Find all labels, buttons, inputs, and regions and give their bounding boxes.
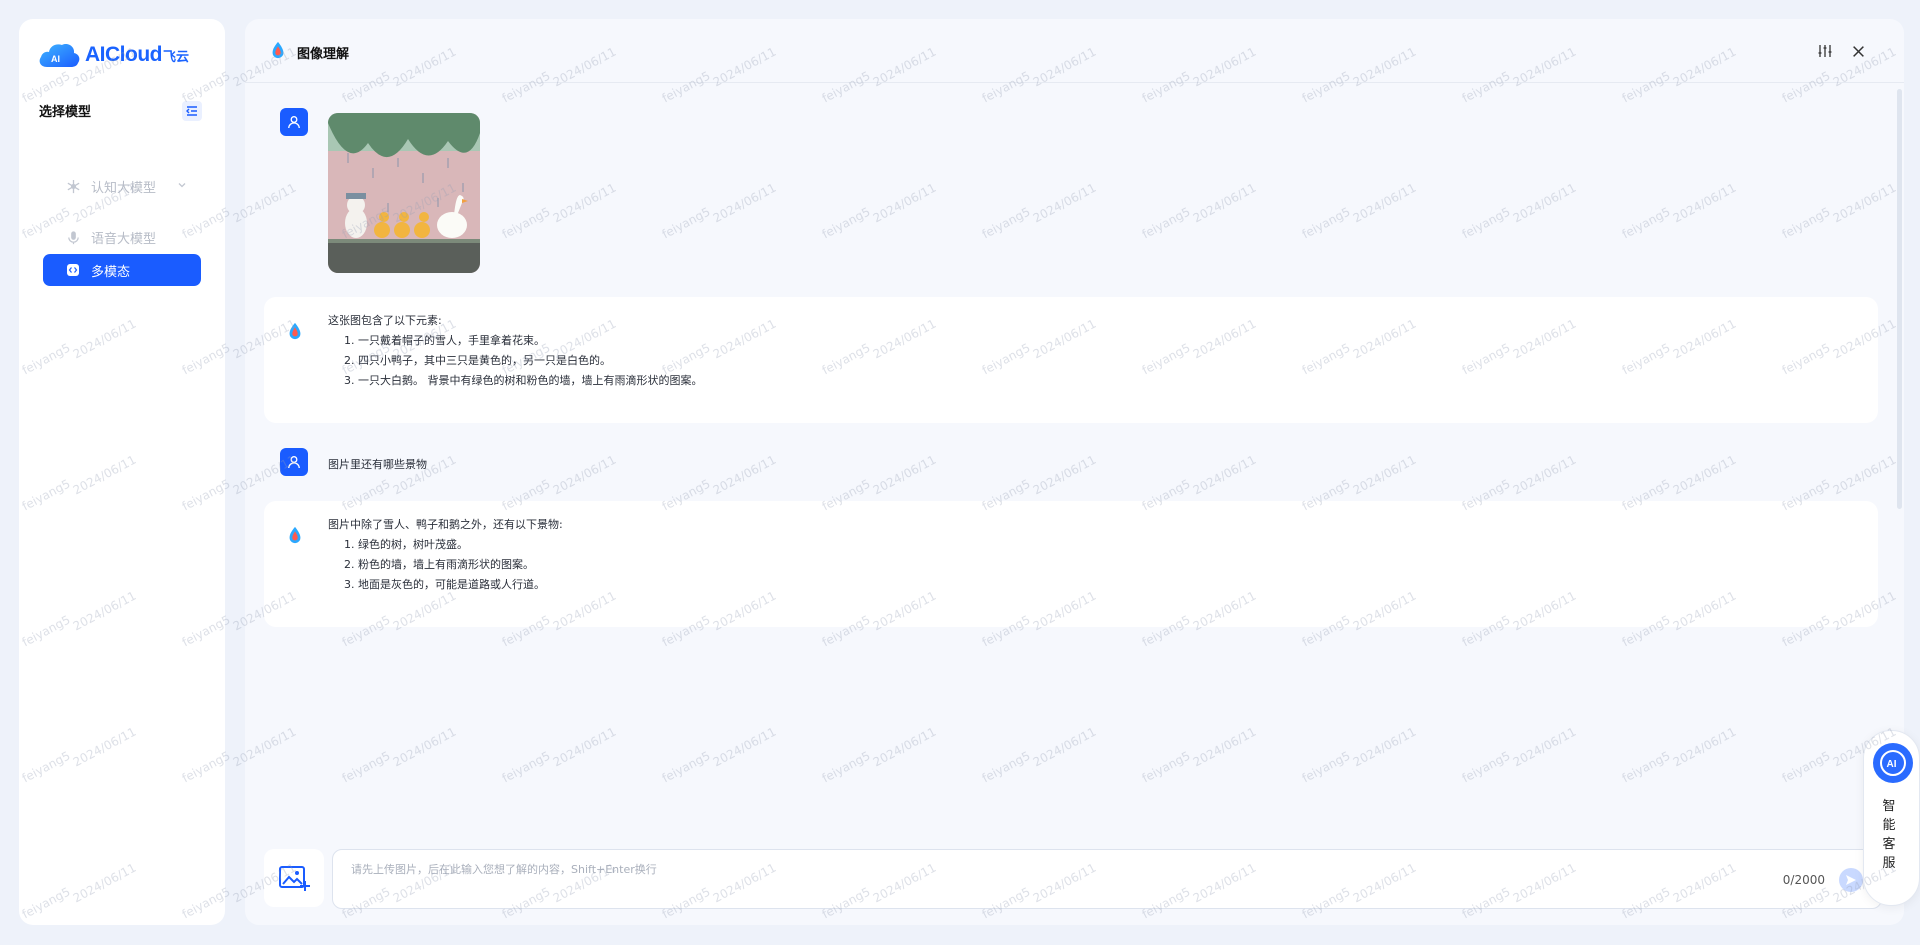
user-question-text: 图片里还有哪些景物 (328, 458, 427, 471)
app-logo-icon (269, 41, 287, 63)
answer-intro: 图片中除了雪人、鸭子和鹅之外，还有以下景物: (328, 518, 563, 531)
list-item: 一只戴着帽子的雪人，手里拿着花束。 (358, 331, 703, 351)
send-icon (1846, 875, 1856, 885)
message-input-box: 0/2000 (332, 849, 1882, 909)
sidebar-item-label: 语音大模型 (91, 231, 157, 247)
list-item: 四只小鸭子，其中三只是黄色的，另一只是白色的。 (358, 351, 703, 371)
ai-assistant-icon: AI (1873, 743, 1913, 783)
brand-logo[interactable]: AI AICloud 飞云 (37, 35, 189, 75)
chat-scrollbar[interactable] (1897, 89, 1902, 509)
answer-list: 绿色的树，树叶茂盛。 粉色的墙，墙上有雨滴形状的图案。 地面是灰色的，可能是道路… (328, 535, 563, 595)
bot-logo-icon (286, 322, 306, 342)
message-input[interactable] (333, 850, 1881, 908)
answer-intro: 这张图包含了以下元素: (328, 314, 442, 327)
sidebar-item-label: 多模态 (91, 264, 131, 280)
code-icon (65, 262, 81, 278)
page-title: 图像理解 (297, 47, 350, 62)
microphone-icon (65, 229, 81, 245)
image-upload-icon (279, 866, 310, 891)
brand-name-cn: 飞云 (162, 49, 189, 65)
collapse-sidebar-button[interactable] (182, 101, 202, 121)
cloud-logo-icon: AI (37, 39, 81, 71)
sidebar-item-label: 认知大模型 (91, 180, 157, 196)
bot-answer-card: 这张图包含了以下元素: 一只戴着帽子的雪人，手里拿着花束。 四只小鸭子，其中三只… (264, 297, 1878, 423)
list-item: 一只大白鹅。 背景中有绿色的树和粉色的墙，墙上有雨滴形状的图案。 (358, 371, 703, 391)
list-item: 绿色的树，树叶茂盛。 (358, 535, 563, 555)
char-counter: 0/2000 (1782, 873, 1825, 887)
sliders-icon (1818, 45, 1832, 57)
app-root: AI AICloud 飞云 选择模型 认知大模型 语音大模型 多模态 图像理解 … (0, 0, 1920, 945)
send-button[interactable] (1839, 868, 1863, 892)
upload-image-button[interactable] (264, 849, 324, 907)
user-avatar (280, 108, 308, 136)
bot-answer-text: 这张图包含了以下元素: 一只戴着帽子的雪人，手里拿着花束。 四只小鸭子，其中三只… (328, 311, 703, 391)
chevron-down-icon (177, 179, 187, 194)
close-button[interactable] (1848, 41, 1868, 61)
collapse-icon (186, 106, 197, 116)
chat-panel: 图像理解 这张图包含了以下元素: 1. 一只戴着帽子的雪人，手里拿着花束。 2.… (245, 19, 1904, 925)
list-item: 粉色的墙，墙上有雨滴形状的图案。 (358, 555, 563, 575)
sidebar: AI AICloud 飞云 选择模型 认知大模型 语音大模型 多模态 (19, 19, 225, 925)
user-icon (288, 456, 300, 469)
sidebar-item-multimodal[interactable]: 多模态 (43, 254, 201, 286)
user-avatar (280, 448, 308, 476)
svg-text:AI: AI (1887, 759, 1897, 770)
answer-list: 一只戴着帽子的雪人，手里拿着花束。 四只小鸭子，其中三只是黄色的，另一只是白色的… (328, 331, 703, 391)
brand-name: AICloud (85, 43, 162, 66)
smart-service-label: 智能客服 (1882, 799, 1896, 871)
close-icon (1852, 45, 1864, 57)
sidebar-item-voice-model[interactable]: 语音大模型 (43, 221, 201, 253)
bot-logo-icon (286, 526, 306, 546)
snowflake-icon (65, 178, 81, 194)
sidebar-item-cognitive-model[interactable]: 认知大模型 (43, 170, 201, 202)
user-icon (288, 116, 300, 129)
uploaded-image[interactable] (328, 113, 480, 273)
smart-service-widget[interactable]: AI 智能客服 (1863, 730, 1920, 906)
bot-answer-card: 图片中除了雪人、鸭子和鹅之外，还有以下景物: 绿色的树，树叶茂盛。 粉色的墙，墙… (264, 501, 1878, 627)
bot-answer-text: 图片中除了雪人、鸭子和鹅之外，还有以下景物: 绿色的树，树叶茂盛。 粉色的墙，墙… (328, 515, 563, 595)
settings-sliders-button[interactable] (1815, 41, 1835, 61)
svg-text:AI: AI (51, 54, 60, 64)
select-model-title: 选择模型 (39, 105, 92, 120)
list-item: 地面是灰色的，可能是道路或人行道。 (358, 575, 563, 595)
chat-header: 图像理解 (245, 19, 1904, 83)
